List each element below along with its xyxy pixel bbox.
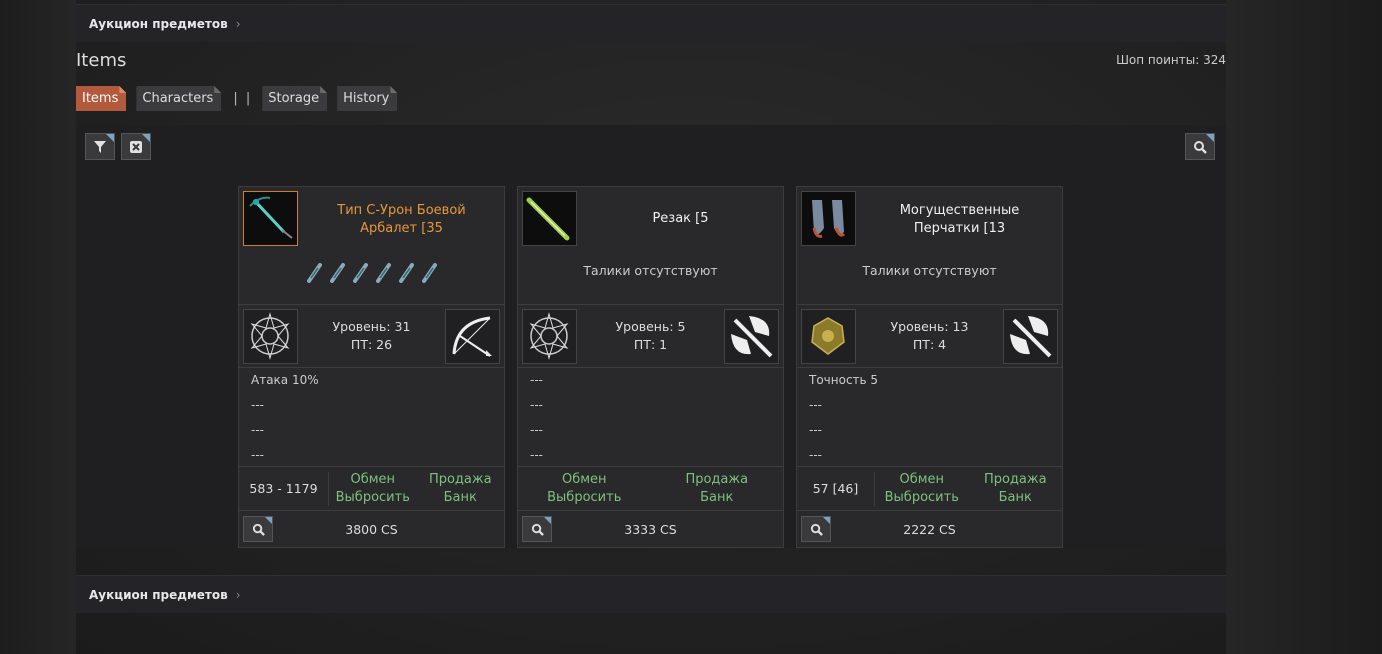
breadcrumb-bottom: Аукцион предметов › (76, 575, 1226, 613)
background-right (1226, 0, 1382, 654)
clear-filter-button[interactable] (121, 133, 151, 160)
attribute-list: Точность 5 --- --- --- (797, 368, 1062, 467)
stats-row: Уровень: 13 ПТ: 4 (797, 305, 1062, 368)
axe-icon (724, 309, 779, 364)
bank-link[interactable]: Банк (417, 489, 505, 507)
search-icon (810, 523, 823, 536)
item-cost: 2222 CS (903, 522, 956, 537)
card-actions: Обмен Выбросить Продажа Банк (518, 467, 783, 511)
chevron-right-icon: › (235, 16, 241, 31)
tab-separator: | | (233, 91, 253, 106)
talismans-status: Талики отсутствуют (583, 263, 718, 278)
clear-icon (130, 140, 142, 153)
search-icon (252, 523, 265, 536)
background-left (0, 0, 76, 654)
stats-row: Уровень: 31 ПТ: 26 (239, 305, 504, 368)
item-name: Могущественные Перчатки [13 (899, 203, 1020, 236)
attribute: --- (251, 423, 264, 437)
talisman-icon (399, 263, 414, 283)
attribute: Точность 5 (809, 373, 879, 387)
action-column-left: Обмен Выбросить (875, 471, 969, 507)
breadcrumb-link[interactable]: Аукцион предметов (89, 588, 228, 602)
filter-icon (94, 140, 106, 153)
attribute-list: Атака 10% --- --- --- (239, 368, 504, 467)
items-panel: Тип С-Урон Боевой Арбалет [35 Уровень: 3… (76, 125, 1226, 548)
sword-image[interactable] (522, 191, 577, 246)
item-card: Тип С-Урон Боевой Арбалет [35 Уровень: 3… (238, 186, 505, 548)
discard-link[interactable]: Выбросить (518, 489, 651, 507)
action-column-right: Продажа Банк (651, 471, 784, 507)
inspect-button[interactable] (522, 516, 552, 542)
card-header: Резак [5 Талики отсутствуют (518, 187, 783, 305)
attribute: --- (530, 373, 543, 387)
talisman-icon (307, 263, 322, 283)
gloves-image[interactable] (801, 191, 856, 246)
card-footer: 3800 CS (239, 511, 504, 548)
attribute: --- (809, 423, 822, 437)
exchange-link[interactable]: Обмен (518, 471, 651, 489)
attribute: --- (809, 398, 822, 412)
tabs: Items Characters | | Storage History (76, 86, 407, 111)
crossbow-image[interactable] (243, 191, 298, 246)
item-name: Резак [5 (652, 211, 709, 226)
item-cost: 3800 CS (345, 522, 398, 537)
talisman-icon (422, 263, 437, 283)
card-header: Могущественные Перчатки [13 Талики отсут… (797, 187, 1062, 305)
card-footer: 2222 CS (797, 511, 1062, 548)
tab-characters[interactable]: Characters (136, 86, 221, 111)
talismans-status: Талики отсутствуют (862, 263, 997, 278)
breadcrumb-link[interactable]: Аукцион предметов (89, 17, 228, 31)
tab-history[interactable]: History (337, 86, 397, 111)
search-icon (531, 523, 544, 536)
page-title: Items (76, 50, 127, 71)
attribute: --- (251, 398, 264, 412)
sell-link[interactable]: Продажа (651, 471, 784, 489)
tab-items[interactable]: Items (76, 86, 126, 111)
discard-link[interactable]: Выбросить (875, 489, 969, 507)
sell-link[interactable]: Продажа (417, 471, 505, 489)
talisman-icon (330, 263, 345, 283)
exchange-link[interactable]: Обмен (329, 471, 417, 489)
action-column-right: Продажа Банк (969, 471, 1063, 507)
discard-link[interactable]: Выбросить (329, 489, 417, 507)
talisman-list (306, 263, 438, 283)
tab-storage[interactable]: Storage (262, 86, 327, 111)
inspect-button[interactable] (243, 516, 273, 542)
item-card: Резак [5 Талики отсутствуют Уровень: 5 П… (517, 186, 784, 548)
filter-button[interactable] (85, 133, 115, 160)
item-card: Могущественные Перчатки [13 Талики отсут… (796, 186, 1063, 548)
inspect-button[interactable] (801, 516, 831, 542)
search-button[interactable] (1185, 133, 1215, 160)
card-actions: 57 [46] Обмен Выбросить Продажа Банк (797, 467, 1062, 511)
price-range: 57 [46] (797, 471, 875, 506)
attribute: --- (530, 423, 543, 437)
item-name: Тип С-Урон Боевой Арбалет [35 (337, 203, 466, 236)
action-column-right: Продажа Банк (417, 471, 505, 507)
card-footer: 3333 CS (518, 511, 783, 548)
axe-icon (1003, 309, 1058, 364)
card-header: Тип С-Урон Боевой Арбалет [35 (239, 187, 504, 305)
exchange-link[interactable]: Обмен (875, 471, 969, 489)
talisman-icon (376, 263, 391, 283)
stats-row: Уровень: 5 ПТ: 1 (518, 305, 783, 368)
sell-link[interactable]: Продажа (969, 471, 1063, 489)
bow-icon (445, 309, 500, 364)
shop-points: Шоп поинты: 324 (1116, 53, 1226, 67)
attribute: --- (530, 398, 543, 412)
attribute-list: --- --- --- --- (518, 368, 783, 467)
card-actions: 583 - 1179 Обмен Выбросить Продажа Банк (239, 467, 504, 511)
search-icon (1194, 140, 1207, 154)
action-column-left: Обмен Выбросить (518, 471, 651, 507)
bank-link[interactable]: Банк (651, 489, 784, 507)
breadcrumb: Аукцион предметов › (76, 4, 1226, 42)
action-column-left: Обмен Выбросить (329, 471, 417, 507)
price-range: 583 - 1179 (239, 471, 329, 506)
talisman-icon (353, 263, 368, 283)
attribute: Атака 10% (251, 373, 319, 387)
bank-link[interactable]: Банк (969, 489, 1063, 507)
item-cost: 3333 CS (624, 522, 677, 537)
chevron-right-icon: › (235, 587, 241, 602)
